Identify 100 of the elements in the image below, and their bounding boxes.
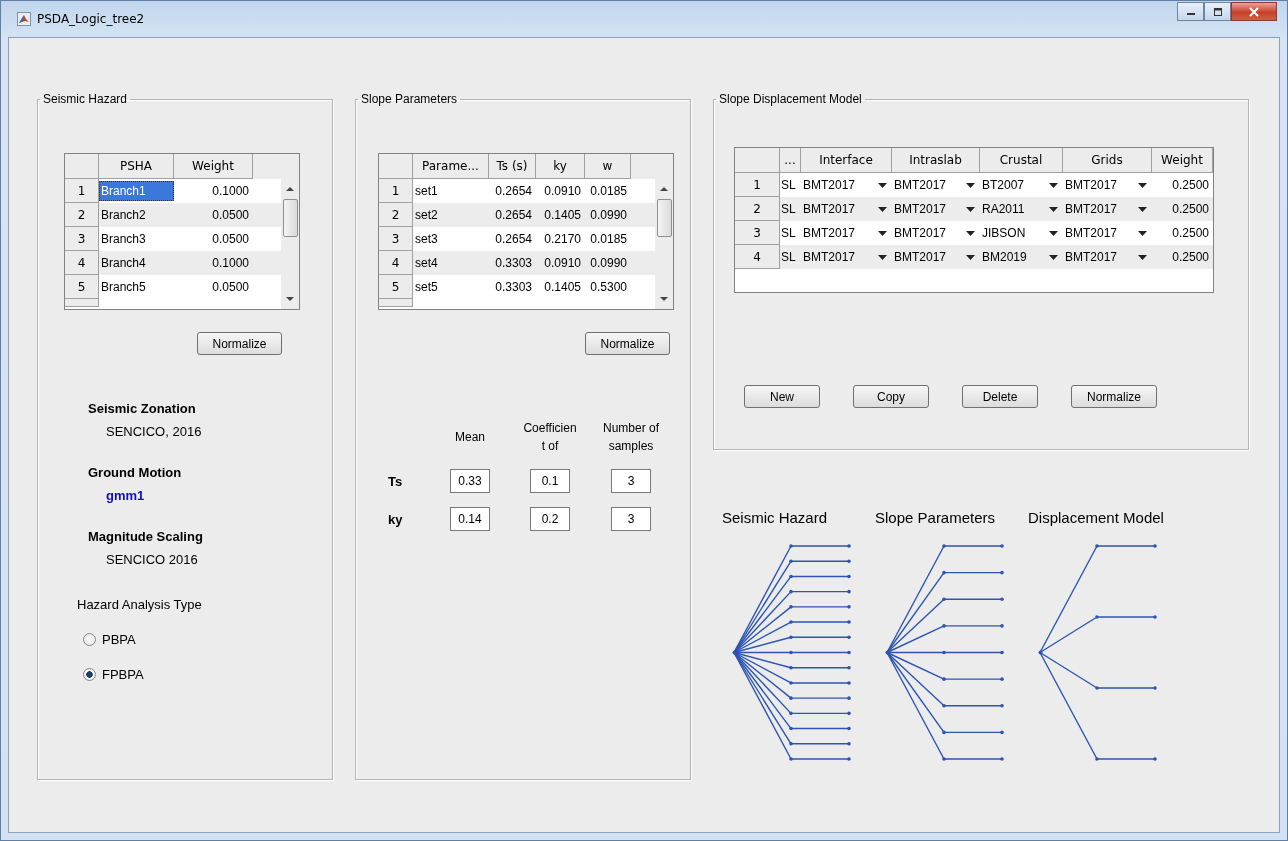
table-cell[interactable]: 0.3303 [489, 275, 536, 299]
dropdown-cell[interactable]: BMT2017 [801, 173, 892, 197]
dropdown-cell[interactable]: BM2019 [980, 245, 1063, 269]
table-cell[interactable]: 0.0500 [174, 275, 253, 299]
column-header[interactable]: Grids [1063, 148, 1152, 173]
row-header[interactable]: 3 [65, 227, 99, 251]
row-header[interactable] [379, 299, 413, 307]
dropdown-cell[interactable]: BMT2017 [892, 221, 980, 245]
input-field[interactable]: 3 [611, 469, 651, 493]
scrollbar[interactable] [281, 179, 299, 309]
column-header[interactable]: Intraslab [892, 148, 980, 173]
row-header[interactable]: 2 [65, 203, 99, 227]
table-cell[interactable]: 0.0500 [174, 203, 253, 227]
table-cell[interactable]: 0.1405 [536, 203, 585, 227]
dropdown-cell[interactable]: BMT2017 [801, 245, 892, 269]
table-cell[interactable]: 0.2170 [536, 227, 585, 251]
action-button[interactable]: Delete [962, 385, 1038, 408]
action-button[interactable]: Normalize [1071, 385, 1157, 408]
dropdown-cell[interactable]: BMT2017 [801, 221, 892, 245]
dropdown-cell[interactable]: RA2011 [980, 197, 1063, 221]
table-cell[interactable]: 0.2500 [1152, 197, 1213, 221]
table-cell[interactable]: 0.0500 [174, 227, 253, 251]
table-cell[interactable]: Branch4 [99, 251, 174, 275]
input-field[interactable]: 0.14 [450, 507, 490, 531]
row-header[interactable]: 4 [735, 245, 780, 269]
input-field[interactable]: 0.2 [530, 507, 570, 531]
column-header[interactable]: w [585, 154, 631, 179]
table-cell[interactable]: 0.0990 [585, 203, 631, 227]
input-field[interactable]: 0.33 [450, 469, 490, 493]
row-header[interactable]: 1 [735, 173, 780, 197]
table-cell[interactable]: Branch3 [99, 227, 174, 251]
column-header[interactable]: PSHA [99, 154, 174, 179]
table-cell[interactable]: SL [780, 173, 801, 197]
table-cell[interactable]: set4 [413, 251, 489, 275]
row-header[interactable]: 1 [379, 179, 413, 203]
table-cell[interactable]: 0.1000 [174, 179, 253, 203]
input-field[interactable]: 0.1 [530, 469, 570, 493]
table-cell[interactable]: 0.2500 [1152, 245, 1213, 269]
maximize-button[interactable] [1204, 2, 1231, 21]
table-cell[interactable]: set3 [413, 227, 489, 251]
row-header[interactable]: 4 [379, 251, 413, 275]
dropdown-cell[interactable]: BMT2017 [892, 173, 980, 197]
table-cell[interactable]: 0.2654 [489, 227, 536, 251]
table-cell[interactable]: 0.2500 [1152, 221, 1213, 245]
normalize-button[interactable]: Normalize [197, 332, 282, 355]
column-header[interactable]: Weight [1152, 148, 1213, 173]
column-header[interactable]: Weight [174, 154, 253, 179]
table-cell[interactable]: 0.5300 [585, 275, 631, 299]
table-cell[interactable]: 0.1000 [174, 251, 253, 275]
row-header[interactable]: 3 [735, 221, 780, 245]
table-cell[interactable]: set2 [413, 203, 489, 227]
table-cell[interactable]: Branch5 [99, 275, 174, 299]
dropdown-cell[interactable]: BMT2017 [892, 197, 980, 221]
column-header[interactable]: Parame... [413, 154, 489, 179]
table-cell[interactable]: 0.2654 [489, 179, 536, 203]
dropdown-cell[interactable]: BMT2017 [801, 197, 892, 221]
table-cell[interactable]: SL [780, 221, 801, 245]
table-cell[interactable]: SL [780, 245, 801, 269]
table-cell[interactable]: Branch1 [99, 181, 174, 201]
radio-button[interactable] [83, 668, 96, 681]
normalize-button[interactable]: Normalize [585, 332, 670, 355]
table-cell[interactable]: Branch2 [99, 203, 174, 227]
table-cell[interactable]: 0.0990 [585, 251, 631, 275]
table-cell[interactable]: SL [780, 197, 801, 221]
row-header[interactable]: 4 [65, 251, 99, 275]
table-cell[interactable]: 0.1405 [536, 275, 585, 299]
radio-button[interactable] [83, 633, 96, 646]
radio-option[interactable]: PBPA [83, 632, 332, 647]
dropdown-cell[interactable]: BMT2017 [1063, 197, 1152, 221]
table-cell[interactable]: set1 [413, 179, 489, 203]
dropdown-cell[interactable]: BMT2017 [892, 245, 980, 269]
table-cell[interactable]: 0.0910 [536, 251, 585, 275]
action-button[interactable]: New [744, 385, 820, 408]
scrollbar[interactable] [655, 179, 673, 309]
table-cell[interactable]: 0.2500 [1152, 173, 1213, 197]
row-header[interactable]: 1 [65, 179, 99, 203]
column-header[interactable]: ky [536, 154, 585, 179]
input-field[interactable]: 3 [611, 507, 651, 531]
minimize-button[interactable] [1177, 2, 1204, 21]
close-button[interactable] [1231, 2, 1277, 21]
column-header[interactable]: Crustal [980, 148, 1063, 173]
table-cell[interactable]: 0.0185 [585, 227, 631, 251]
row-header[interactable]: 3 [379, 227, 413, 251]
column-header[interactable]: Ts (s) [489, 154, 536, 179]
dropdown-cell[interactable]: BMT2017 [1063, 173, 1152, 197]
row-header[interactable]: 5 [379, 275, 413, 299]
dropdown-cell[interactable]: JIBSON [980, 221, 1063, 245]
row-header[interactable]: 2 [735, 197, 780, 221]
row-header[interactable]: 5 [65, 275, 99, 299]
dropdown-cell[interactable]: BMT2017 [1063, 245, 1152, 269]
action-button[interactable]: Copy [853, 385, 929, 408]
table-cell[interactable]: 0.0910 [536, 179, 585, 203]
table-cell[interactable]: 0.0185 [585, 179, 631, 203]
table-cell[interactable]: 0.3303 [489, 251, 536, 275]
row-header[interactable]: 2 [379, 203, 413, 227]
column-header[interactable]: Interface [801, 148, 892, 173]
dropdown-cell[interactable]: BT2007 [980, 173, 1063, 197]
table-cell[interactable]: set5 [413, 275, 489, 299]
dropdown-cell[interactable]: BMT2017 [1063, 221, 1152, 245]
table-cell[interactable]: 0.2654 [489, 203, 536, 227]
